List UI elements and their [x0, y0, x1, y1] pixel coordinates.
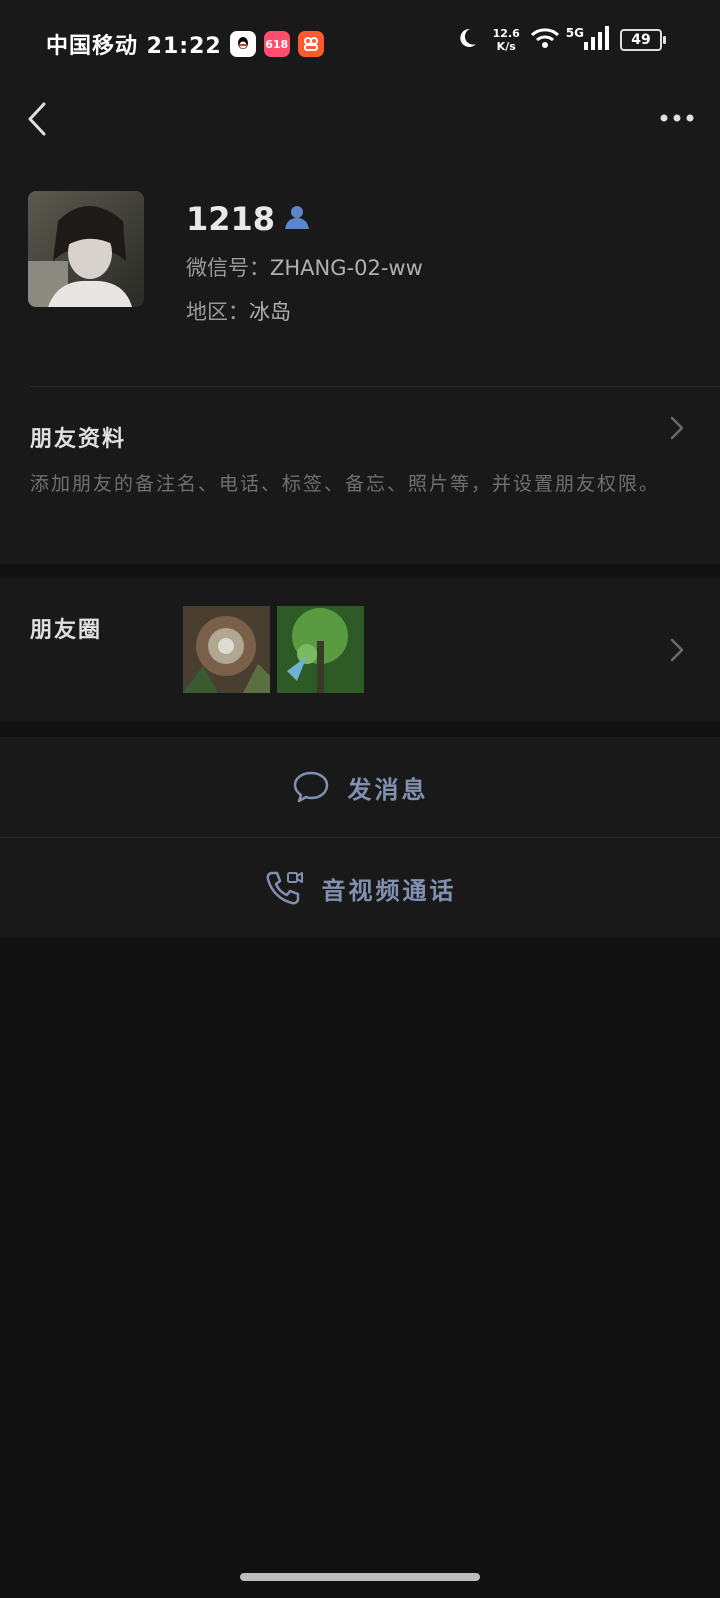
signal-icon [584, 26, 610, 54]
status-left: 中国移动 21:22 618 [46, 28, 324, 60]
nickname-row: 1218 [186, 200, 311, 238]
chat-bubble-icon [293, 771, 328, 803]
wechat-id-row: 微信号：ZHANG-02-ww [186, 252, 423, 282]
qq-icon [229, 31, 256, 57]
region: 冰岛 [249, 300, 291, 324]
wifi-icon [530, 27, 560, 53]
wechat-id: ZHANG-02-ww [270, 256, 423, 280]
region-row: 地区：冰岛 [186, 296, 291, 326]
moon-icon [455, 26, 479, 54]
home-indicator[interactable] [240, 1573, 480, 1581]
friend-info-title: 朋友资料 [30, 427, 127, 452]
voice-video-call-label: 音视频通话 [321, 876, 457, 905]
network-speed-value: 12.6 [492, 27, 520, 40]
618-app-icon: 618 [263, 31, 290, 57]
network-speed-unit: K/s [496, 40, 516, 53]
phone-video-icon [266, 871, 303, 905]
carrier-time: 中国移动 21:22 [46, 34, 222, 59]
region-label: 地区： [186, 300, 249, 324]
wechat-id-label: 微信号： [186, 256, 270, 280]
network-speed: 12.6 K/s [493, 27, 520, 53]
moment-photo[interactable] [183, 606, 270, 693]
back-button[interactable] [18, 96, 58, 142]
red-app-icon [297, 31, 324, 57]
more-dots-icon [660, 114, 694, 122]
more-button[interactable] [652, 100, 702, 136]
moment-photo[interactable] [277, 606, 364, 693]
back-arrow-icon [28, 102, 46, 136]
chevron-right-icon [670, 638, 684, 662]
send-message-label: 发消息 [347, 775, 429, 804]
friend-info-description: 添加朋友的备注名、电话、标签、备忘、照片等，并设置朋友权限。 [30, 473, 661, 495]
send-message-button[interactable]: 发消息 [0, 737, 720, 837]
friend-info-row[interactable]: 朋友资料 添加朋友的备注名、电话、标签、备忘、照片等，并设置朋友权限。 [0, 387, 720, 563]
contact-person-icon [283, 200, 311, 238]
battery-indicator: 49 [620, 29, 666, 51]
chevron-right-icon [670, 416, 684, 440]
moments-title: 朋友圈 [30, 618, 103, 643]
network-type: 5G [565, 26, 584, 40]
nickname: 1218 [186, 200, 276, 238]
avatar[interactable] [28, 191, 144, 307]
status-bar: 中国移动 21:22 618 12.6 K/s 5G 49 [0, 0, 720, 88]
voice-video-call-button[interactable]: 音视频通话 [0, 838, 720, 938]
status-right: 12.6 K/s 5G 49 [455, 26, 666, 54]
